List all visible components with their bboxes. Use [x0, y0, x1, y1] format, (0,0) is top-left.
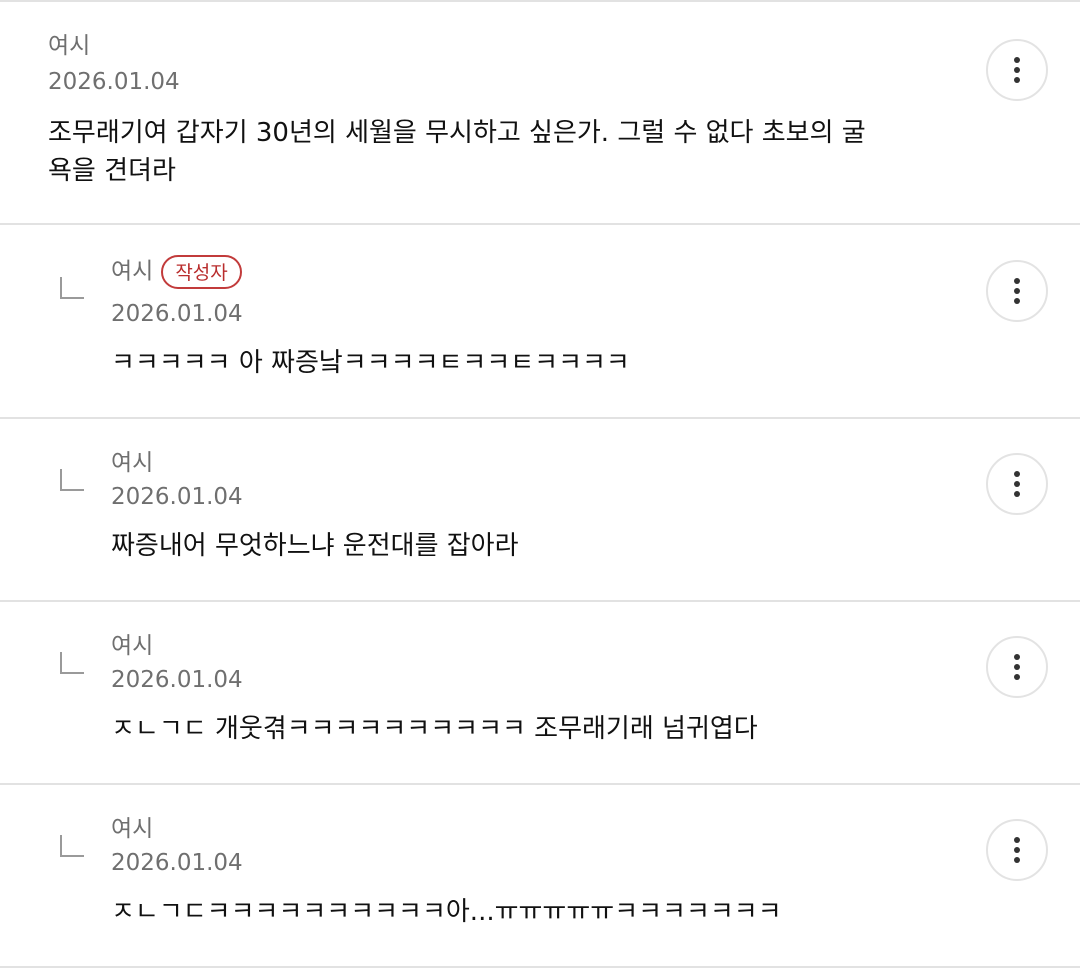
comment-date: 2026.01.04 [48, 69, 180, 95]
reply-arrow-icon [60, 277, 84, 299]
reply-arrow-icon [60, 469, 84, 491]
reply-text: ㅈㄴㄱㄷ 개웃겪ㅋㅋㅋㅋㅋㅋㅋㅋㅋㅋ 조무래기래 넘귀엽다 [111, 714, 758, 744]
reply-text: ㅈㄴㄱㄷㅋㅋㅋㅋㅋㅋㅋㅋㅋㅋ아...ㅠㅠㅠㅠㅠㅋㅋㅋㅋㅋㅋㅋ [111, 897, 782, 927]
reply-author[interactable]: 여시 [111, 632, 153, 660]
reply-date: 2026.01.04 [111, 850, 243, 876]
more-vertical-icon [1014, 278, 1020, 304]
more-vertical-icon [1014, 654, 1020, 680]
reply-date: 2026.01.04 [111, 484, 243, 510]
more-options-button[interactable] [986, 39, 1048, 101]
reply-text: ㅋㅋㅋㅋㅋ 아 짜증낰ㅋㅋㅋㅋㅌㅋㅋㅌㅋㅋㅋㅋ [111, 348, 630, 378]
reply-author-name[interactable]: 여시 [111, 259, 153, 285]
reply-item: 여시 2026.01.04 ㅈㄴㄱㄷ 개웃겪ㅋㅋㅋㅋㅋㅋㅋㅋㅋㅋ 조무래기래 넘… [0, 602, 1080, 785]
reply-text: 짜증내어 무엇하느냐 운전대를 잡아라 [111, 531, 519, 561]
reply-author: 여시 작성자 [111, 255, 242, 289]
comment-item: 여시 2026.01.04 조무래기여 갑자기 30년의 세월을 무시하고 싶은… [0, 2, 1080, 225]
comment-list: 여시 2026.01.04 조무래기여 갑자기 30년의 세월을 무시하고 싶은… [0, 0, 1080, 973]
reply-date: 2026.01.04 [111, 667, 243, 693]
more-vertical-icon [1014, 837, 1020, 863]
reply-author[interactable]: 여시 [111, 815, 153, 843]
more-options-button[interactable] [986, 453, 1048, 515]
reply-item: 여시 2026.01.04 ㅈㄴㄱㄷㅋㅋㅋㅋㅋㅋㅋㅋㅋㅋ아...ㅠㅠㅠㅠㅠㅋㅋㅋ… [0, 785, 1080, 968]
more-options-button[interactable] [986, 636, 1048, 698]
reply-item: 여시 2026.01.04 짜증내어 무엇하느냐 운전대를 잡아라 [0, 419, 1080, 602]
more-options-button[interactable] [986, 819, 1048, 881]
more-vertical-icon [1014, 471, 1020, 497]
comment-author[interactable]: 여시 [48, 32, 90, 60]
more-vertical-icon [1014, 57, 1020, 83]
comment-text: 조무래기여 갑자기 30년의 세월을 무시하고 싶은가. 그럴 수 없다 초보의… [48, 118, 866, 186]
reply-arrow-icon [60, 652, 84, 674]
reply-arrow-icon [60, 835, 84, 857]
reply-date: 2026.01.04 [111, 301, 243, 327]
author-badge: 작성자 [161, 255, 242, 289]
reply-author[interactable]: 여시 [111, 449, 153, 477]
reply-item: 여시 작성자 2026.01.04 ㅋㅋㅋㅋㅋ 아 짜증낰ㅋㅋㅋㅋㅌㅋㅋㅌㅋㅋㅋㅋ [0, 225, 1080, 419]
more-options-button[interactable] [986, 260, 1048, 322]
